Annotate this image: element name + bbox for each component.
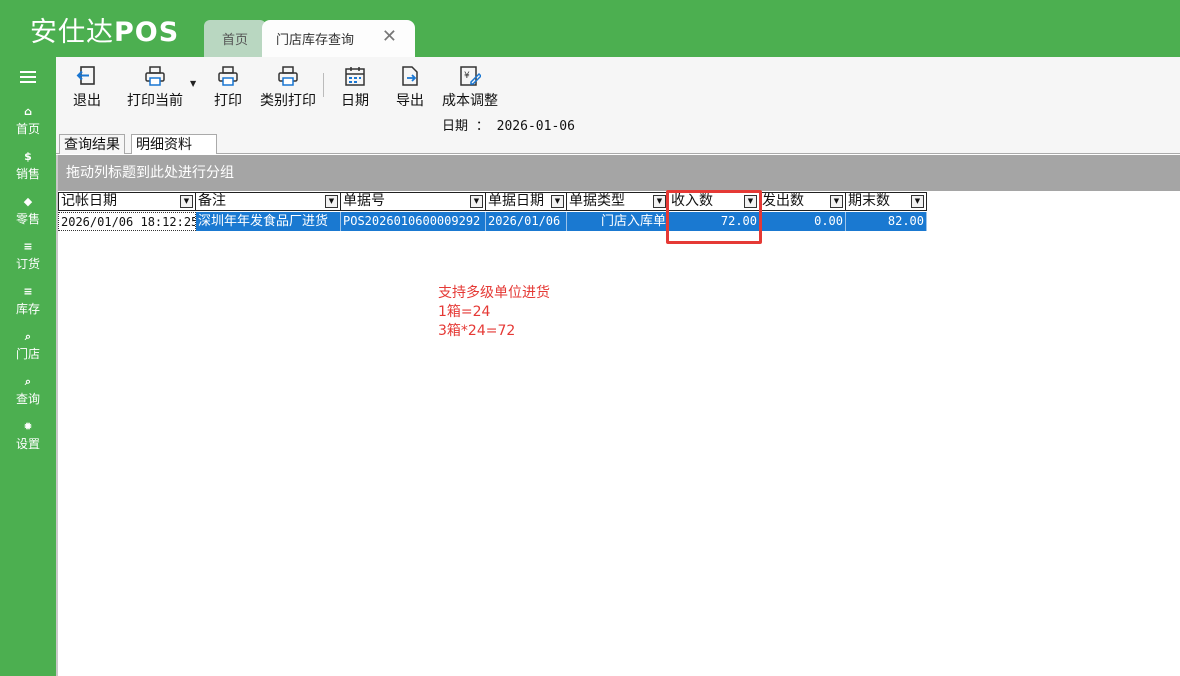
- export-label: 导出: [396, 93, 424, 109]
- received-qty-highlight-box: [666, 190, 762, 244]
- chevron-down-icon[interactable]: ▼: [190, 79, 196, 88]
- printer-icon: [126, 61, 184, 91]
- sidebar-item-label: 库存: [15, 302, 40, 316]
- search-icon: ⌕: [24, 330, 32, 343]
- filter-dropdown-icon[interactable]: ▼: [470, 195, 483, 208]
- date-button[interactable]: 日期: [338, 61, 372, 113]
- cell-doc-no[interactable]: POS2026010600009292: [341, 212, 486, 231]
- column-header-doc-type[interactable]: 单据类型 ▼: [567, 192, 669, 211]
- exit-label: 退出: [73, 93, 101, 109]
- sidebar-item-retail[interactable]: ◆ 零售: [0, 193, 56, 237]
- group-by-panel[interactable]: 拖动列标题到此处进行分组: [56, 155, 1180, 191]
- sidebar-item-order[interactable]: ≡ 订货: [0, 238, 56, 282]
- menu-icon[interactable]: [20, 71, 36, 83]
- filter-dropdown-icon[interactable]: ▼: [830, 195, 843, 208]
- annotation-line-1: 支持多级单位进货: [438, 285, 550, 301]
- sidebar-item-home[interactable]: ⌂ 首页: [0, 103, 56, 147]
- tab-detail[interactable]: 明细资料: [131, 134, 217, 154]
- svg-text:¥: ¥: [464, 71, 470, 81]
- sidebar-item-label: 订货: [15, 257, 40, 271]
- gear-icon: ✹: [23, 420, 33, 433]
- database-icon: ≡: [23, 240, 33, 253]
- sidebar-item-label: 查询: [15, 392, 40, 406]
- sidebar: ⌂ 首页 $ 销售 ◆ 零售 ≡ 订货 ≡ 库存 ⌕ 门店 ⌕ 查询 ✹ 设置: [0, 57, 56, 676]
- tab-query-result-label: 查询结果: [64, 137, 120, 153]
- sidebar-item-settings[interactable]: ✹ 设置: [0, 418, 56, 462]
- column-header-doc-date[interactable]: 单据日期 ▼: [486, 192, 567, 211]
- brand-en: POS: [114, 17, 180, 48]
- export-button[interactable]: 导出: [394, 61, 426, 113]
- toolbar-divider: [323, 73, 324, 97]
- print-current-button[interactable]: 打印当前: [126, 61, 184, 113]
- tab-home[interactable]: 首页: [204, 20, 266, 57]
- category-print-button[interactable]: 类别打印: [258, 61, 318, 113]
- database-icon: ≡: [23, 285, 33, 298]
- result-tabs: 查询结果 明细资料: [56, 133, 1180, 154]
- column-header-posting-date[interactable]: 记帐日期 ▼: [58, 192, 196, 211]
- group-by-hint: 拖动列标题到此处进行分组: [66, 165, 234, 181]
- close-icon[interactable]: ✕: [382, 26, 397, 47]
- toolbar: 退出 打印当前 ▼ 打印 类别打印 日期 导出 ¥ 成本调整: [56, 57, 1180, 113]
- filter-dropdown-icon[interactable]: ▼: [325, 195, 338, 208]
- search-icon: ⌕: [24, 375, 32, 388]
- cost-adjust-button[interactable]: ¥ 成本调整: [440, 61, 500, 113]
- cost-adjust-label: 成本调整: [442, 93, 498, 109]
- sidebar-item-label: 零售: [15, 212, 40, 226]
- date-indicator-text: 日期 ： 2026-01-06: [442, 119, 575, 134]
- print-label: 打印: [214, 93, 242, 109]
- print-current-label: 打印当前: [127, 93, 183, 109]
- exit-icon: [70, 61, 104, 91]
- tab-store-inventory[interactable]: 门店库存查询 ✕: [262, 20, 415, 57]
- export-icon: [394, 61, 426, 91]
- top-bar: 安仕达POS 首页 门店库存查询 ✕: [0, 0, 1180, 57]
- printer-icon: [258, 61, 318, 91]
- column-header-ending-qty[interactable]: 期末数 ▼: [846, 192, 927, 211]
- annotation-line-3: 3箱*24=72: [438, 323, 516, 339]
- category-print-label: 类别打印: [260, 93, 316, 109]
- sidebar-item-label: 销售: [15, 167, 40, 181]
- cell-posting-date[interactable]: 2026/01/06 18:12:25: [58, 212, 196, 231]
- tab-home-label: 首页: [221, 33, 248, 48]
- printer-icon: [212, 61, 244, 91]
- sidebar-item-inventory[interactable]: ≡ 库存: [0, 283, 56, 327]
- tab-query-result[interactable]: 查询结果: [59, 134, 125, 154]
- tag-icon: ◆: [23, 195, 33, 208]
- filter-dropdown-icon[interactable]: ▼: [911, 195, 924, 208]
- brand-logo: 安仕达POS: [30, 10, 179, 49]
- sidebar-item-query[interactable]: ⌕ 查询: [0, 373, 56, 417]
- filter-dropdown-icon[interactable]: ▼: [653, 195, 666, 208]
- cell-ending-qty[interactable]: 82.00: [846, 212, 927, 231]
- filter-dropdown-icon[interactable]: ▼: [180, 195, 193, 208]
- cell-remark[interactable]: 深圳年年发食品厂进货: [196, 212, 341, 231]
- cost-edit-icon: ¥: [440, 61, 500, 91]
- tab-detail-label: 明细资料: [136, 137, 192, 153]
- content-border: [56, 155, 58, 676]
- sidebar-item-label: 门店: [15, 347, 40, 361]
- column-header-remark[interactable]: 备注 ▼: [196, 192, 341, 211]
- column-header-issued-qty[interactable]: 发出数 ▼: [760, 192, 846, 211]
- cell-doc-type[interactable]: 门店入库单: [567, 212, 669, 231]
- annotation-note: 支持多级单位进货 1箱=24 3箱*24=72: [438, 284, 550, 341]
- calendar-icon: [338, 61, 372, 91]
- sidebar-item-label: 设置: [15, 437, 40, 451]
- sidebar-item-sales[interactable]: $ 销售: [0, 148, 56, 192]
- sidebar-item-store[interactable]: ⌕ 门店: [0, 328, 56, 372]
- grid-header-row: 记帐日期 ▼ 备注 ▼ 单据号 ▼ 单据日期 ▼ 单据类型 ▼ 收入数 ▼ 发出数 ▼ 期末数…: [58, 192, 927, 211]
- print-button[interactable]: 打印: [212, 61, 244, 113]
- column-header-doc-no[interactable]: 单据号 ▼: [341, 192, 486, 211]
- exit-button[interactable]: 退出: [70, 61, 104, 113]
- brand-cn: 安仕达: [30, 17, 114, 48]
- home-icon: ⌂: [24, 105, 32, 118]
- annotation-line-2: 1箱=24: [438, 304, 491, 320]
- date-indicator: 日期 ： 2026-01-06: [56, 113, 1180, 134]
- tab-store-inventory-label: 门店库存查询: [276, 33, 355, 48]
- currency-icon: $: [24, 150, 32, 163]
- filter-dropdown-icon[interactable]: ▼: [551, 195, 564, 208]
- table-row[interactable]: 2026/01/06 18:12:25 深圳年年发食品厂进货 POS202601…: [58, 212, 927, 231]
- sidebar-item-label: 首页: [15, 122, 40, 136]
- cell-doc-date[interactable]: 2026/01/06: [486, 212, 567, 231]
- cell-issued-qty[interactable]: 0.00: [760, 212, 846, 231]
- date-label: 日期: [341, 93, 369, 109]
- app-window: 安仕达POS 首页 门店库存查询 ✕ ⌂ 首页 $ 销售 ◆ 零售 ≡ 订货 ≡: [0, 0, 1180, 676]
